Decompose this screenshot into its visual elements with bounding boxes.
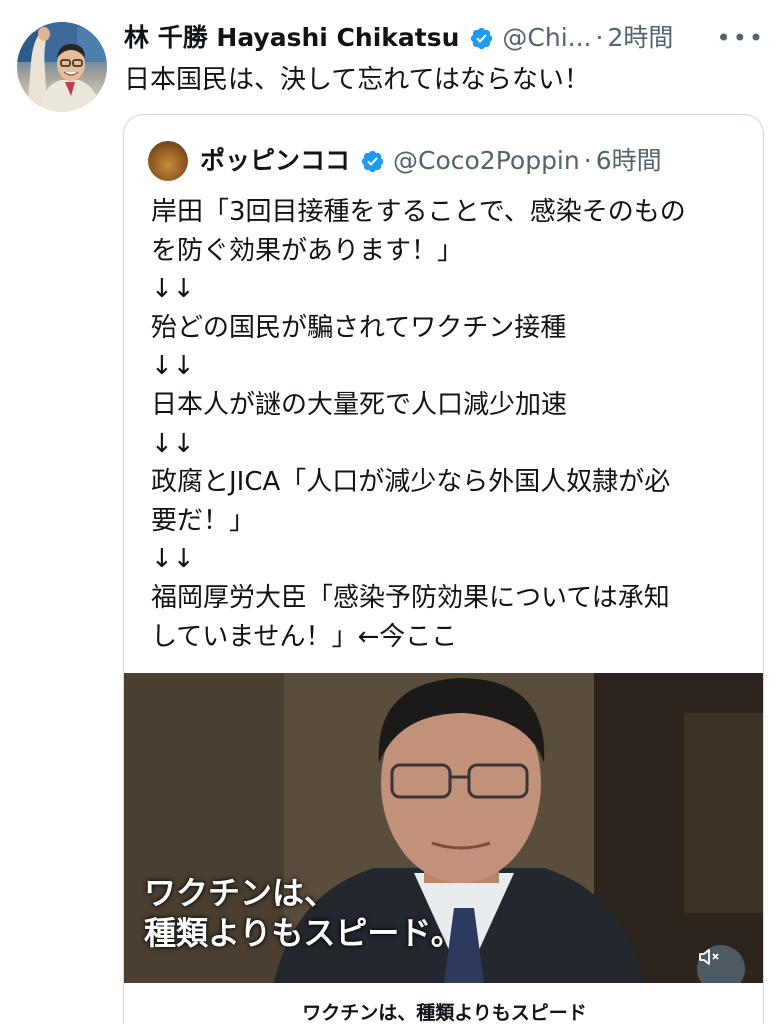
author-name[interactable]: 林 千勝 Hayashi Chikatsu (124, 20, 459, 56)
author-avatar[interactable] (17, 22, 107, 112)
speaker-muted-icon (699, 949, 719, 965)
text-line: 要だ！」 (151, 505, 256, 536)
separator-dot: · (595, 23, 604, 52)
quoted-tweet-timestamp[interactable]: 6時間 (596, 143, 662, 179)
quoted-author-handle[interactable]: @Coco2Poppin (393, 143, 580, 179)
quoted-author-name[interactable]: ポッピンココ (200, 143, 350, 179)
text-line: 日本人が謎の大量死で人口減少加速 (151, 389, 568, 420)
verified-badge-icon (361, 150, 384, 172)
quoted-author-avatar[interactable] (148, 141, 188, 181)
video-title: ワクチンは、種類よりもスピード (124, 983, 763, 1024)
tweet-header: 林 千勝 Hayashi Chikatsu @Chi... · 2時間 (124, 20, 764, 56)
separator-dot: · (583, 146, 592, 175)
tweet-text: 日本国民は、決して忘れてはならない！ (124, 65, 590, 95)
caption-line: 種類よりもスピード。 (144, 914, 463, 952)
text-line: 政腐とJICA「人口が減少なら外国人奴隷が必 (151, 467, 671, 498)
text-line: していません！」←今ここ (151, 621, 458, 652)
text-line: ↓↓ (151, 274, 195, 305)
tweet[interactable]: 林 千勝 Hayashi Chikatsu @Chi... · 2時間 ••• … (0, 0, 783, 1024)
text-line: 殆どの国民が騙されてワクチン接種 (151, 312, 567, 343)
text-line: ↓↓ (151, 428, 195, 459)
quoted-tweet-header: ポッピンココ @Coco2Poppin · 6時間 (148, 141, 662, 181)
quoted-tweet-text: 岸田「3回目接種をすることで、感染そのもの を防ぐ効果があります！」 ↓↓ 殆ど… (151, 193, 751, 656)
more-options-icon[interactable]: ••• (717, 26, 765, 50)
caption-line: ワクチンは、 (144, 874, 337, 912)
video-caption: ワクチンは、 種類よりもスピード。 (144, 873, 463, 953)
tweet-timestamp[interactable]: 2時間 (607, 20, 673, 56)
text-line: ↓↓ (151, 351, 195, 382)
text-line: ↓↓ (151, 544, 195, 575)
text-line: 岸田「3回目接種をすることで、感染そのもの (151, 197, 686, 227)
author-handle[interactable]: @Chi... (502, 20, 591, 56)
text-line: を防ぐ効果があります！」 (151, 235, 464, 266)
text-line: 福岡厚労大臣「感染予防効果については承知 (151, 582, 670, 613)
quoted-tweet[interactable]: ポッピンココ @Coco2Poppin · 6時間 岸田「3回目接種をすることで… (123, 114, 764, 1024)
verified-badge-icon (471, 27, 493, 49)
video-media[interactable]: ワクチンは、 種類よりもスピード。 (124, 673, 763, 983)
